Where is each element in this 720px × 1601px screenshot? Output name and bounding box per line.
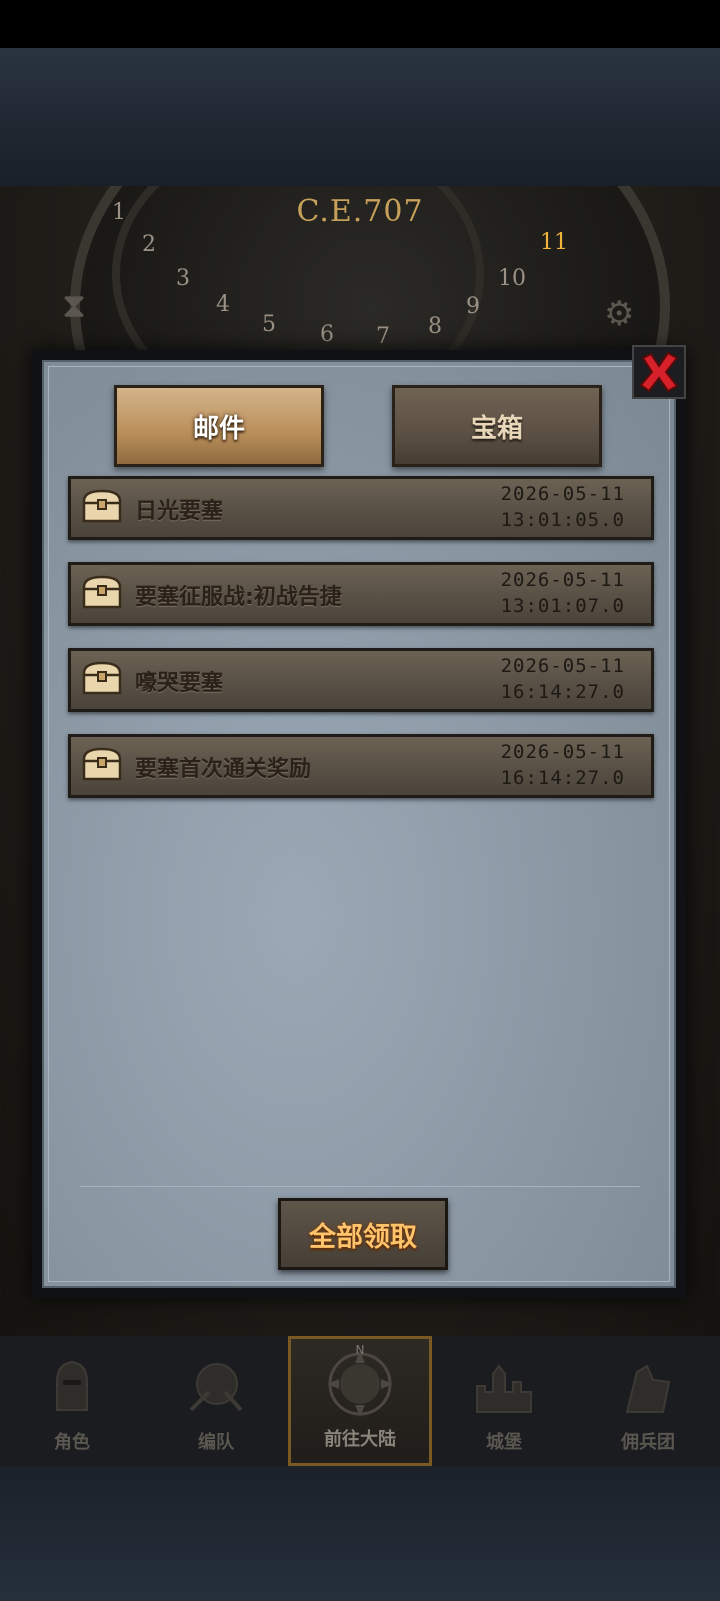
mercenary-icon <box>625 1364 671 1413</box>
dial-number: 6 <box>320 322 334 347</box>
top-letterbox <box>0 48 720 186</box>
mail-subject: 要塞首次通关奖励 <box>135 757 312 782</box>
bottom-letterbox <box>0 1466 720 1601</box>
status-bar <box>0 0 720 48</box>
nav-item-castle[interactable]: 城堡 <box>432 1336 576 1466</box>
mail-subject: 嚎哭要塞 <box>135 671 224 696</box>
claim-all-button[interactable]: 全部领取 <box>278 1198 448 1270</box>
mail-item[interactable]: 要塞征服战:初战告捷 2026-05-11 13:01:07.0 <box>68 562 654 626</box>
mail-time: 16:14:27.0 <box>500 767 625 789</box>
dial-number: 10 <box>498 266 526 291</box>
nav-label: 佣兵团 <box>621 1432 675 1453</box>
mail-subject: 日光要塞 <box>135 499 224 524</box>
compass-globe-icon <box>327 1351 393 1417</box>
tab-treasure-label: 宝箱 <box>470 413 523 444</box>
castle-icon <box>476 1364 532 1413</box>
treasure-chest-icon <box>82 747 122 781</box>
nav-label: 编队 <box>198 1432 234 1453</box>
treasure-chest-icon <box>82 661 122 695</box>
tab-treasure[interactable]: 宝箱 <box>392 385 602 467</box>
dial-number: 1 <box>112 200 126 225</box>
treasure-chest-icon <box>82 575 122 609</box>
dial-number-current: 11 <box>540 230 568 255</box>
bottom-nav: 角色 编队 N 前往大陆 城堡 佣兵团 <box>0 1336 720 1466</box>
dial-number: 5 <box>262 312 276 337</box>
tab-mail-label: 邮件 <box>192 413 245 444</box>
dial-number: 9 <box>466 294 480 319</box>
mail-time: 13:01:05.0 <box>500 509 625 531</box>
mail-item[interactable]: 日光要塞 2026-05-11 13:01:05.0 <box>68 476 654 540</box>
dial-number: 8 <box>428 314 442 339</box>
mail-date: 2026-05-11 <box>500 655 625 677</box>
knight-helmet-icon <box>56 1360 88 1411</box>
mail-time: 16:14:27.0 <box>500 681 625 703</box>
nav-label: 城堡 <box>486 1432 522 1453</box>
dial-number: 2 <box>142 232 156 257</box>
dial-number: 7 <box>376 324 390 349</box>
nav-item-character[interactable]: 角色 <box>0 1336 144 1466</box>
nav-item-continent[interactable]: N 前往大陆 <box>288 1336 432 1466</box>
nav-item-formation[interactable]: 编队 <box>144 1336 288 1466</box>
mail-subject: 要塞征服战:初战告捷 <box>135 585 342 610</box>
treasure-chest-icon <box>82 489 122 523</box>
compass-north-label: N <box>355 1343 365 1357</box>
close-button[interactable] <box>632 345 686 399</box>
nav-item-mercenary[interactable]: 佣兵团 <box>576 1336 720 1466</box>
close-icon <box>639 351 679 393</box>
dialog-divider <box>80 1186 640 1187</box>
nav-label: 前往大陆 <box>324 1429 396 1450</box>
mail-list: 日光要塞 2026-05-11 13:01:05.0 要塞征服战:初战告捷 20… <box>68 476 654 820</box>
tab-mail[interactable]: 邮件 <box>114 385 324 467</box>
mail-item[interactable]: 嚎哭要塞 2026-05-11 16:14:27.0 <box>68 648 654 712</box>
mail-date: 2026-05-11 <box>500 569 625 591</box>
mail-date: 2026-05-11 <box>500 483 625 505</box>
nav-label: 角色 <box>54 1432 90 1453</box>
era-label: C.E.707 <box>296 194 424 229</box>
formation-icon <box>189 1363 243 1412</box>
mail-date: 2026-05-11 <box>500 741 625 763</box>
mail-item[interactable]: 要塞首次通关奖励 2026-05-11 16:14:27.0 <box>68 734 654 798</box>
dial-number: 4 <box>216 292 230 317</box>
gear-icon[interactable]: ⚙ <box>604 294 634 334</box>
dial-number: 3 <box>176 266 190 291</box>
claim-all-label: 全部领取 <box>309 1221 417 1253</box>
mail-time: 13:01:07.0 <box>500 595 625 617</box>
hourglass-icon: ⧗ <box>62 286 86 326</box>
